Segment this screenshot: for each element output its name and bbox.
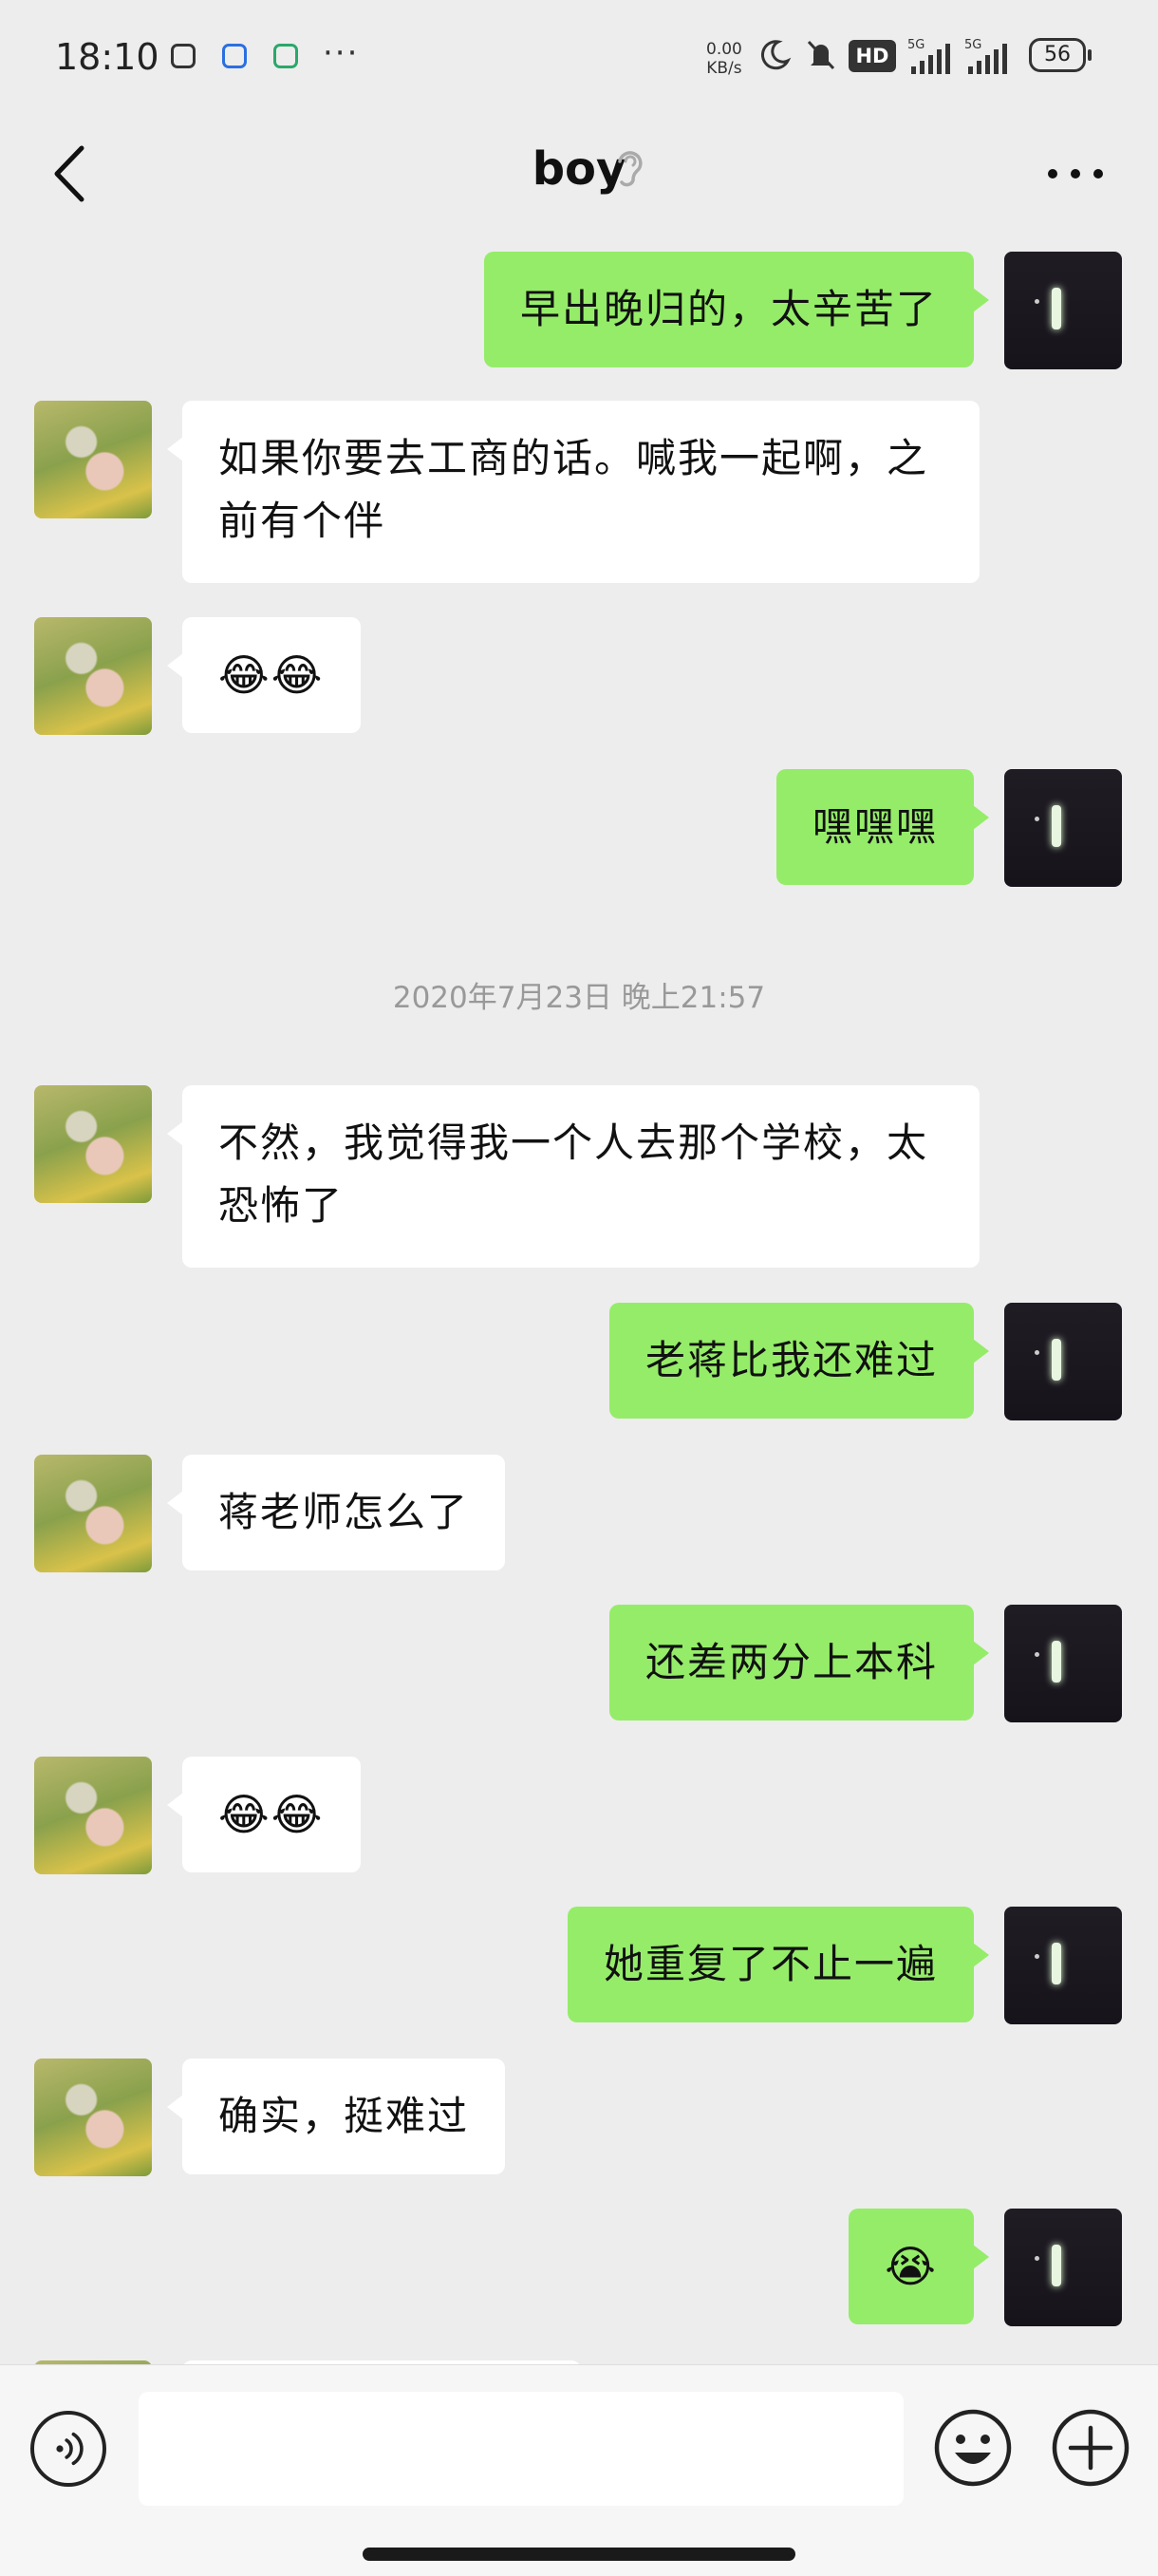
my-avatar[interactable] [1004, 252, 1122, 369]
message-bubble-received[interactable]: 如果你要去工商的话。喊我一起啊，之前有个伴 [167, 401, 980, 583]
message-bubble-sent[interactable]: 还差两分上本科 [608, 1605, 990, 1720]
message-bubble-received[interactable]: 不然，我觉得我一个人去那个学校，太恐怖了 [167, 1085, 980, 1268]
message-bubble-received[interactable]: 蒋老师怎么了 [166, 1455, 506, 1570]
net-speed-value: 0.00 [706, 40, 742, 59]
notification-app-icon [171, 44, 196, 68]
message-bubble-sent[interactable]: 嘿嘿嘿 [775, 769, 990, 885]
message-bubble-sent[interactable]: 老蒋比我还难过 [608, 1303, 990, 1419]
message-list[interactable]: 早出晚归的，太辛苦了 如果你要去工商的话。喊我一起啊，之前有个伴 😂😂 嘿嘿嘿 … [0, 237, 1158, 2364]
ear-icon [618, 151, 643, 187]
my-avatar[interactable] [1004, 1303, 1122, 1420]
battery-tip [1088, 49, 1092, 61]
smiley-icon[interactable] [932, 2407, 1014, 2489]
contact-avatar[interactable] [34, 1757, 152, 1874]
home-indicator[interactable] [363, 2548, 795, 2561]
message-bubble-received[interactable]: 😂😂 [167, 1757, 361, 1872]
message-bubble-sent[interactable]: 她重复了不止一遍 [567, 1907, 990, 2022]
moon-icon [760, 40, 792, 70]
signal-icon [911, 44, 950, 74]
message-bubble-sent[interactable]: 😭 [849, 2209, 989, 2324]
net-speed-unit: KB/s [706, 59, 742, 78]
my-avatar[interactable] [1004, 1605, 1122, 1722]
message-input[interactable] [139, 2392, 904, 2506]
battery-icon: 56 [1029, 38, 1086, 72]
my-avatar[interactable] [1004, 2209, 1122, 2326]
notification-app-icon [222, 44, 247, 68]
contact-avatar[interactable] [34, 617, 152, 735]
hd-badge: HD [849, 40, 896, 72]
contact-avatar[interactable] [34, 401, 152, 518]
more-notifications-icon: ··· [323, 34, 360, 72]
timestamp-divider: 2020年7月23日 晚上21:57 [392, 981, 766, 1015]
net-speed: 0.00 KB/s [706, 40, 742, 78]
mute-bell-icon [807, 40, 835, 70]
message-bubble-sent[interactable]: 早出晚归的，太辛苦了 [483, 252, 990, 367]
input-bar [0, 2364, 1158, 2576]
chat-header: boy [0, 114, 1158, 237]
voice-icon[interactable] [30, 2411, 106, 2487]
message-bubble-received[interactable]: 😂😂 [167, 617, 361, 733]
status-time: 18:10 [55, 36, 159, 78]
chat-title-wrap: boy [0, 142, 1158, 196]
contact-avatar[interactable] [34, 1085, 152, 1203]
status-bar: 18:10 ··· 0.00 KB/s HD 5G 5G 56 [0, 0, 1158, 114]
contact-avatar[interactable] [34, 2059, 152, 2176]
signal-icon [968, 44, 1007, 74]
contact-avatar[interactable] [34, 1455, 152, 1572]
notification-app-icon [273, 44, 298, 68]
plus-icon[interactable] [1050, 2407, 1131, 2489]
my-avatar[interactable] [1004, 1907, 1122, 2024]
more-dots-icon[interactable] [1044, 160, 1107, 188]
my-avatar[interactable] [1004, 769, 1122, 887]
message-bubble-received[interactable]: 确实，挺难过 [166, 2059, 506, 2174]
